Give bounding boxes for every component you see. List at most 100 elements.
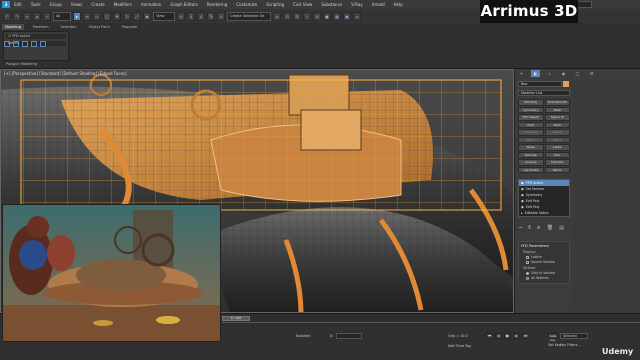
pin-stack-icon[interactable]: ⊸ xyxy=(518,225,522,231)
modifier-button[interactable]: Push xyxy=(518,121,544,128)
modifier-button[interactable]: Unwrap xyxy=(518,159,544,166)
reference-coord-select[interactable]: View xyxy=(153,11,175,21)
menu-item-arnold[interactable]: Arnold xyxy=(372,2,385,7)
modifier-button[interactable]: Extrude xyxy=(518,151,544,158)
object-name-field[interactable]: Box xyxy=(518,81,562,87)
render-setup-icon[interactable]: ▦ xyxy=(333,11,341,21)
modifier-button[interactable]: Wave xyxy=(518,136,544,143)
pivot-icon[interactable]: ◎ xyxy=(177,11,185,21)
select-by-name-icon[interactable]: ≡ xyxy=(83,11,91,21)
menu-item-edit[interactable]: Edit xyxy=(14,2,22,7)
viewport-label[interactable]: [+] [Perspective] [Standard] [Default Sh… xyxy=(4,71,127,76)
ribbon-tab-selection[interactable]: Selection xyxy=(58,24,80,30)
angle-snap-icon[interactable]: ∠ xyxy=(197,11,205,21)
ribbon-modifier-row[interactable]: 1: FFD 4x4x4 xyxy=(6,34,66,39)
window-crossing-icon[interactable]: ◫ xyxy=(103,11,111,21)
modifier-button[interactable]: Symmetry xyxy=(518,106,544,113)
modifier-button[interactable]: FFD Select xyxy=(518,114,544,121)
modifier-button[interactable]: TurboSmooth xyxy=(544,99,570,106)
schematic-icon[interactable]: ⊞ xyxy=(313,11,321,21)
percent-snap-icon[interactable]: % xyxy=(207,11,215,21)
place-icon[interactable]: ◆ xyxy=(143,11,151,21)
app-logo[interactable]: 3 xyxy=(2,1,10,8)
menu-item-modifiers[interactable]: Modifiers xyxy=(114,2,132,7)
auto-key-button[interactable]: Auto Key xyxy=(548,333,558,342)
lattice-checkbox[interactable]: Lattice xyxy=(526,255,567,259)
selection-filter-select[interactable]: All xyxy=(53,11,71,21)
add-time-tag[interactable]: Add Time Tag xyxy=(448,344,471,348)
menu-item-create[interactable]: Create xyxy=(91,2,104,7)
menu-item-vray[interactable]: V-Ray xyxy=(351,2,362,7)
redo-icon[interactable]: ↷ xyxy=(13,11,21,21)
curve-editor-icon[interactable]: ∿ xyxy=(303,11,311,21)
play-icon[interactable]: ▶ xyxy=(504,333,511,339)
utilities-tab-icon[interactable]: ⚒ xyxy=(587,70,596,77)
modifier-button[interactable]: Spline IK xyxy=(544,114,570,121)
checkbox-icon[interactable] xyxy=(526,255,529,259)
menu-item-group[interactable]: Group xyxy=(50,2,62,7)
select-object-icon[interactable]: ▸ xyxy=(73,11,81,21)
remove-modifier-icon[interactable]: 🗑 xyxy=(547,225,553,231)
go-to-end-icon[interactable]: ⏭ xyxy=(522,333,529,339)
menu-item-views[interactable]: Views xyxy=(71,2,83,7)
menu-item-scripting[interactable]: Scripting xyxy=(266,2,284,7)
spinner-snap-icon[interactable]: ± xyxy=(217,11,225,21)
stack-item[interactable]: ▸ Editable Spline xyxy=(519,210,569,216)
menu-item-civil-view[interactable]: Civil View xyxy=(293,2,312,7)
set-key-button[interactable]: Set Key xyxy=(548,343,561,347)
modifier-button[interactable]: Mirror xyxy=(544,166,570,173)
material-editor-icon[interactable]: ● xyxy=(323,11,331,21)
rollout-header[interactable]: FFD Parameters xyxy=(521,244,567,248)
menu-item-graph-editors[interactable]: Graph Editors xyxy=(170,2,197,7)
scale-icon[interactable]: ⤢ xyxy=(133,11,141,21)
modify-tab-icon[interactable]: ◐ xyxy=(531,70,540,77)
menu-item-animation[interactable]: Animation xyxy=(141,2,161,7)
menu-item-rendering[interactable]: Rendering xyxy=(207,2,227,7)
key-mode-select[interactable]: Selected xyxy=(560,333,588,339)
configure-sets-icon[interactable]: ▤ xyxy=(559,225,564,231)
radio-icon[interactable] xyxy=(526,271,529,275)
radio-icon[interactable] xyxy=(526,276,529,280)
align-icon[interactable]: ⊟ xyxy=(283,11,291,21)
menu-item-tools[interactable]: Tools xyxy=(31,2,41,7)
time-slider[interactable]: 0 / 100 xyxy=(222,316,250,321)
expand-icon[interactable]: ▸ xyxy=(521,210,523,216)
menu-item-substance[interactable]: Substance xyxy=(321,2,342,7)
x-coordinate-field[interactable] xyxy=(336,333,362,339)
create-tab-icon[interactable]: + xyxy=(517,70,526,77)
unlink-icon[interactable]: ⌀ xyxy=(33,11,41,21)
modifier-button[interactable]: Relax xyxy=(544,129,570,136)
layer-icon[interactable]: ☰ xyxy=(293,11,301,21)
render-frame-icon[interactable]: ▣ xyxy=(343,11,351,21)
modifier-button[interactable]: Noise xyxy=(518,144,544,151)
modifier-button[interactable]: Skin xyxy=(544,151,570,158)
element-icon[interactable] xyxy=(40,41,46,47)
menu-item-customize[interactable]: Customize xyxy=(236,2,257,7)
ribbon-tab-object-paint[interactable]: Object Paint xyxy=(86,24,113,30)
display-tab-icon[interactable]: □ xyxy=(573,70,582,77)
source-volume-checkbox[interactable]: Source Volume xyxy=(526,260,567,264)
ribbon-tab-populate[interactable]: Populate xyxy=(119,24,140,30)
next-frame-icon[interactable]: ▸ xyxy=(513,333,520,339)
ribbon-tab-modeling[interactable]: Modeling xyxy=(2,24,24,30)
mirror-icon[interactable]: ⇋ xyxy=(273,11,281,21)
object-color-swatch[interactable] xyxy=(563,81,569,87)
modifier-button[interactable]: Shell xyxy=(544,121,570,128)
go-to-start-icon[interactable]: ⏮ xyxy=(486,333,493,339)
key-filters-button[interactable]: Key Filters... xyxy=(560,343,581,347)
border-icon[interactable] xyxy=(22,41,28,47)
modifier-button[interactable]: Chamfer xyxy=(544,159,570,166)
link-icon[interactable]: ∞ xyxy=(23,11,31,21)
all-vertices-radio[interactable]: All Vertices xyxy=(526,276,567,280)
modifier-button[interactable]: Shell xyxy=(544,106,570,113)
motion-tab-icon[interactable]: ◉ xyxy=(559,70,568,77)
menu-item-help[interactable]: Help xyxy=(394,2,403,7)
vertex-icon[interactable] xyxy=(4,41,10,47)
rect-select-icon[interactable]: ▭ xyxy=(93,11,101,21)
move-icon[interactable]: ✥ xyxy=(113,11,121,21)
modifier-list-select[interactable]: Modifier List xyxy=(518,90,570,96)
modifier-button[interactable]: Bend xyxy=(544,136,570,143)
named-selection-set-select[interactable]: Create Selection Se xyxy=(227,11,271,21)
modifier-button[interactable]: Lathe xyxy=(544,144,570,151)
polygon-icon[interactable] xyxy=(31,41,37,47)
